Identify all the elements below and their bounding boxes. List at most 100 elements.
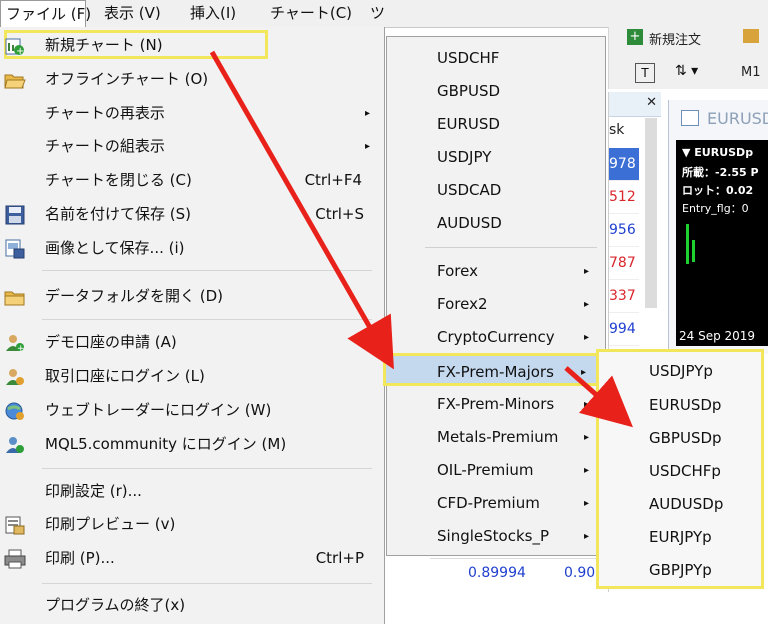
folder-icon <box>4 286 26 308</box>
new-chart-icon: + <box>4 35 26 57</box>
menu-item-label: 取引口座にログイン (L) <box>45 367 205 385</box>
menu-item-new-chart[interactable]: + 新規チャート (N) <box>0 29 384 62</box>
group-item-cfd-premium[interactable]: CFD-Premium ▸ <box>387 487 605 520</box>
menu-item-login-mql5[interactable]: MQL5.community にログイン (M) <box>0 428 384 461</box>
menu-item-login-trade-account[interactable]: 取引口座にログイン (L) <box>0 360 384 393</box>
menu-item-print-setup[interactable]: 印刷設定 (r)... <box>0 475 384 508</box>
group-item-forex2[interactable]: Forex2 ▸ <box>387 288 605 321</box>
symbol-item[interactable]: USDJPY <box>387 141 605 174</box>
menu-item-label: チャートの再表示 <box>45 104 165 122</box>
menu-item-label: チャートの組表示 <box>45 137 165 155</box>
submenu-arrow-icon: ▸ <box>364 108 370 119</box>
menu-item-label: チャートを閉じる (C) <box>45 171 192 189</box>
chart-area[interactable]: ▼ EURUSDp 所載：-2.55 P ロット：0.02 Entry_flg：… <box>676 140 768 326</box>
menu-item-open-data-folder[interactable]: データフォルダを開く (D) <box>0 280 384 313</box>
submenu-arrow-icon: ▸ <box>583 266 589 277</box>
globe-user-icon <box>4 400 26 422</box>
chart-info-line: ロット：0.02 <box>682 184 754 197</box>
menu-item-save-as-picture[interactable]: 画像として保存... (i) <box>0 232 384 265</box>
menu-separator <box>42 468 372 469</box>
symbol-label: USDCHFp <box>649 462 721 480</box>
menu-item-offline-chart[interactable]: オフラインチャート (O) <box>0 63 384 96</box>
bid-value: 0.89994 <box>468 565 526 581</box>
menu-item-label: 名前を付けて保存 (S) <box>45 205 191 223</box>
symbol-item[interactable]: AUDUSDp <box>599 487 761 521</box>
group-item-fx-prem-minors[interactable]: FX-Prem-Minors ▸ <box>387 388 605 421</box>
group-item-forex[interactable]: Forex ▸ <box>387 255 605 288</box>
symbol-item[interactable]: USDCAD <box>387 174 605 207</box>
new-order-button[interactable]: 新規注文 <box>649 29 701 48</box>
submenu-arrow-icon: ▸ <box>580 367 586 378</box>
symbol-item[interactable]: EURUSD <box>387 108 605 141</box>
symbol-item[interactable]: AUDUSD <box>387 207 605 240</box>
menu-item-login-web-trader[interactable]: ウェブトレーダーにログイン (W) <box>0 394 384 427</box>
arrow-tool-icon[interactable]: ⇅ ▾ <box>675 63 698 79</box>
submenu-arrow-icon: ▸ <box>583 465 589 476</box>
group-label: FX-Prem-Majors <box>437 363 554 381</box>
menu-item-print-preview[interactable]: 印刷プレビュー (v) <box>0 508 384 541</box>
menu-item-label: オフラインチャート (O) <box>45 70 209 88</box>
group-item-fx-prem-majors[interactable]: FX-Prem-Majors ▸ <box>383 353 599 386</box>
menu-bar: ファイル (F) 表示 (V) 挿入(I) チャート(C) ツ <box>0 0 768 28</box>
symbol-item[interactable]: USDCHF <box>387 42 605 75</box>
menu-item-label: ウェブトレーダーにログイン (W) <box>45 401 272 419</box>
group-label: FX-Prem-Minors <box>437 395 555 413</box>
ask-column-header: sk <box>609 122 625 138</box>
group-item-metals-premium[interactable]: Metals-Premium ▸ <box>387 421 605 454</box>
user-login-icon <box>4 366 26 388</box>
menu-item-open-demo-account[interactable]: + デモ口座の申請 (A) <box>0 326 384 359</box>
group-item-oil-premium[interactable]: OIL-Premium ▸ <box>387 454 605 487</box>
menu-item-close-chart[interactable]: チャートを閉じる (C) Ctrl+F4 <box>0 164 384 197</box>
submenu-arrow-icon: ▸ <box>583 299 589 310</box>
menu-item-print[interactable]: 印刷 (P)... Ctrl+P <box>0 542 384 575</box>
symbol-item[interactable]: EURJPYp <box>599 520 761 554</box>
menu-item-save-as[interactable]: 名前を付けて保存 (S) Ctrl+S <box>0 198 384 231</box>
symbol-item[interactable]: GBPUSD <box>387 75 605 108</box>
price-cell: 978 <box>609 148 639 181</box>
shortcut-label: Ctrl+S <box>315 205 364 223</box>
symbol-item[interactable]: GBPJPYp <box>599 553 761 587</box>
menu-item-chart-profile[interactable]: チャートの組表示 ▸ <box>0 130 384 163</box>
menu-separator <box>42 270 372 271</box>
symbol-label: USDCAD <box>437 181 502 199</box>
symbol-item[interactable]: USDCHFp <box>599 454 761 488</box>
symbol-item[interactable]: GBPUSDp <box>599 421 761 455</box>
submenu-arrow-icon: ▸ <box>583 399 589 410</box>
menu-tools[interactable]: ツ <box>370 0 385 27</box>
menu-separator <box>425 247 597 248</box>
menu-item-label: MQL5.community にログイン (M) <box>45 435 287 453</box>
timeframe-m1-button[interactable]: M1 <box>741 65 761 80</box>
order-icon[interactable] <box>743 29 759 43</box>
open-folder-icon <box>4 69 26 91</box>
symbol-label: USDJPYp <box>649 362 713 380</box>
menu-item-refresh-chart[interactable]: チャートの再表示 ▸ <box>0 97 384 130</box>
fx-prem-majors-submenu: USDJPYp EURUSDp GBPUSDp USDCHFp AUDUSDp … <box>596 349 764 589</box>
group-item-cryptocurrency[interactable]: CryptoCurrency ▸ <box>387 321 605 354</box>
price-cell: 994 <box>609 313 639 346</box>
menu-view[interactable]: 表示 (V) <box>104 0 161 27</box>
menu-item-label: プログラムの終了(x) <box>45 596 186 614</box>
symbol-item[interactable]: EURUSDp <box>599 388 761 422</box>
symbol-label: GBPJPYp <box>649 561 712 579</box>
menu-separator <box>42 583 372 584</box>
symbol-label: GBPUSDp <box>649 429 722 447</box>
menu-separator <box>42 319 372 320</box>
svg-text:+: + <box>17 344 25 354</box>
text-tool-icon[interactable]: T <box>635 63 655 83</box>
ask-value: 0.90 <box>564 565 596 581</box>
symbol-item[interactable]: USDJPYp <box>599 354 761 388</box>
scrollbar[interactable] <box>645 118 657 308</box>
save-image-icon <box>4 238 26 260</box>
menu-file[interactable]: ファイル (F) <box>0 0 91 27</box>
new-order-icon[interactable]: + <box>627 29 643 45</box>
submenu-arrow-icon: ▸ <box>583 332 589 343</box>
menu-item-exit[interactable]: プログラムの終了(x) <box>0 589 384 622</box>
mql5-user-icon <box>4 434 26 456</box>
group-item-singlestocks[interactable]: SingleStocks_P ▸ <box>387 520 605 553</box>
close-icon[interactable]: ✕ <box>646 95 657 110</box>
chart-window-title: EURUSD <box>707 109 768 128</box>
divider <box>430 558 610 559</box>
menu-insert[interactable]: 挿入(I) <box>190 0 236 27</box>
file-menu: + 新規チャート (N) オフラインチャート (O) チャートの再表示 ▸ チャ… <box>0 27 385 624</box>
menu-chart[interactable]: チャート(C) <box>270 0 352 27</box>
